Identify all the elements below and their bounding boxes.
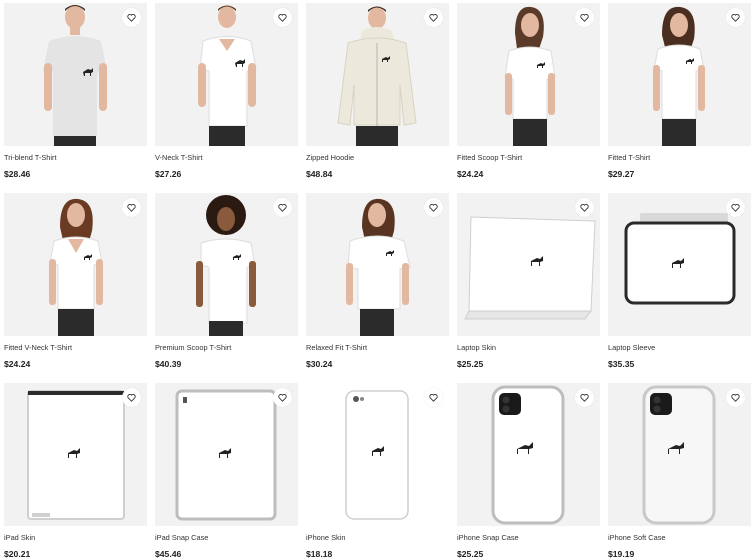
product-price: $19.19 xyxy=(608,549,635,559)
product-title[interactable]: Relaxed Fit T-Shirt xyxy=(306,343,449,352)
product-thumbnail[interactable] xyxy=(608,193,751,336)
product-card[interactable]: Laptop Sleeve $35.35 xyxy=(608,193,751,369)
product-grid: Tri-blend T-Shirt $28.46 V-Neck T-Shirt … xyxy=(0,0,756,559)
product-card[interactable]: iPhone Snap Case $25.25 xyxy=(457,383,600,559)
product-price: $24.24 xyxy=(457,169,484,179)
product-thumbnail[interactable] xyxy=(457,383,600,526)
product-thumbnail[interactable] xyxy=(4,3,147,146)
product-thumbnail[interactable] xyxy=(457,193,600,336)
product-thumbnail[interactable] xyxy=(608,3,751,146)
product-title[interactable]: Fitted V-Neck T-Shirt xyxy=(4,343,147,352)
favorite-button[interactable] xyxy=(122,198,141,217)
product-price: $20.21 xyxy=(4,549,31,559)
product-thumbnail[interactable] xyxy=(306,3,449,146)
favorite-button[interactable] xyxy=(424,388,443,407)
product-card[interactable]: iPad Skin $20.21 xyxy=(4,383,147,559)
product-price: $48.84 xyxy=(306,169,333,179)
product-title[interactable]: Zipped Hoodie xyxy=(306,153,449,162)
product-title[interactable]: iPhone Snap Case xyxy=(457,533,600,542)
heart-outline-icon xyxy=(429,394,438,402)
product-title[interactable]: Tri-blend T-Shirt xyxy=(4,153,147,162)
heart-outline-icon xyxy=(731,394,740,402)
heart-outline-icon xyxy=(731,14,740,22)
product-thumbnail[interactable] xyxy=(155,193,298,336)
product-title[interactable]: iPad Skin xyxy=(4,533,147,542)
favorite-button[interactable] xyxy=(122,8,141,27)
product-price: $25.25 xyxy=(457,549,484,559)
favorite-button[interactable] xyxy=(273,388,292,407)
product-title[interactable]: Fitted Scoop T-Shirt xyxy=(457,153,600,162)
product-price: $30.24 xyxy=(306,359,333,369)
favorite-button[interactable] xyxy=(726,8,745,27)
favorite-button[interactable] xyxy=(726,198,745,217)
product-title[interactable]: Laptop Skin xyxy=(457,343,600,352)
product-card[interactable]: Fitted V-Neck T-Shirt $24.24 xyxy=(4,193,147,369)
product-thumbnail[interactable] xyxy=(155,383,298,526)
heart-outline-icon xyxy=(127,394,136,402)
heart-outline-icon xyxy=(429,204,438,212)
product-thumbnail[interactable] xyxy=(608,383,751,526)
product-title[interactable]: V-Neck T-Shirt xyxy=(155,153,298,162)
product-price: $18.18 xyxy=(306,549,333,559)
heart-outline-icon xyxy=(127,204,136,212)
product-card[interactable]: iPhone Soft Case $19.19 xyxy=(608,383,751,559)
product-title[interactable]: iPad Snap Case xyxy=(155,533,298,542)
favorite-button[interactable] xyxy=(273,198,292,217)
product-card[interactable]: Laptop Skin $25.25 xyxy=(457,193,600,369)
heart-outline-icon xyxy=(580,204,589,212)
product-card[interactable]: Tri-blend T-Shirt $28.46 xyxy=(4,3,147,179)
product-price: $45.46 xyxy=(155,549,182,559)
favorite-button[interactable] xyxy=(424,198,443,217)
product-price: $35.35 xyxy=(608,359,635,369)
favorite-button[interactable] xyxy=(424,8,443,27)
heart-outline-icon xyxy=(429,14,438,22)
product-price: $28.46 xyxy=(4,169,31,179)
product-title[interactable]: Premium Scoop T-Shirt xyxy=(155,343,298,352)
product-price: $25.25 xyxy=(457,359,484,369)
product-thumbnail[interactable] xyxy=(457,3,600,146)
product-price: $24.24 xyxy=(4,359,31,369)
favorite-button[interactable] xyxy=(575,198,594,217)
heart-outline-icon xyxy=(127,14,136,22)
product-card[interactable]: Fitted T-Shirt $29.27 xyxy=(608,3,751,179)
heart-outline-icon xyxy=(580,14,589,22)
heart-outline-icon xyxy=(580,394,589,402)
product-thumbnail[interactable] xyxy=(4,193,147,336)
product-card[interactable]: Zipped Hoodie $48.84 xyxy=(306,3,449,179)
product-thumbnail[interactable] xyxy=(306,383,449,526)
product-title[interactable]: iPhone Soft Case xyxy=(608,533,751,542)
product-price: $40.39 xyxy=(155,359,182,369)
favorite-button[interactable] xyxy=(575,8,594,27)
product-title[interactable]: Laptop Sleeve xyxy=(608,343,751,352)
favorite-button[interactable] xyxy=(122,388,141,407)
product-card[interactable]: Relaxed Fit T-Shirt $30.24 xyxy=(306,193,449,369)
product-thumbnail[interactable] xyxy=(155,3,298,146)
product-thumbnail[interactable] xyxy=(306,193,449,336)
heart-outline-icon xyxy=(278,14,287,22)
product-card[interactable]: iPhone Skin $18.18 xyxy=(306,383,449,559)
product-price: $27.26 xyxy=(155,169,182,179)
favorite-button[interactable] xyxy=(575,388,594,407)
product-title[interactable]: iPhone Skin xyxy=(306,533,449,542)
favorite-button[interactable] xyxy=(726,388,745,407)
product-title[interactable]: Fitted T-Shirt xyxy=(608,153,751,162)
product-card[interactable]: iPad Snap Case $45.46 xyxy=(155,383,298,559)
heart-outline-icon xyxy=(731,204,740,212)
product-card[interactable]: Fitted Scoop T-Shirt $24.24 xyxy=(457,3,600,179)
heart-outline-icon xyxy=(278,204,287,212)
product-thumbnail[interactable] xyxy=(4,383,147,526)
favorite-button[interactable] xyxy=(273,8,292,27)
heart-outline-icon xyxy=(278,394,287,402)
product-price: $29.27 xyxy=(608,169,635,179)
product-card[interactable]: Premium Scoop T-Shirt $40.39 xyxy=(155,193,298,369)
product-card[interactable]: V-Neck T-Shirt $27.26 xyxy=(155,3,298,179)
